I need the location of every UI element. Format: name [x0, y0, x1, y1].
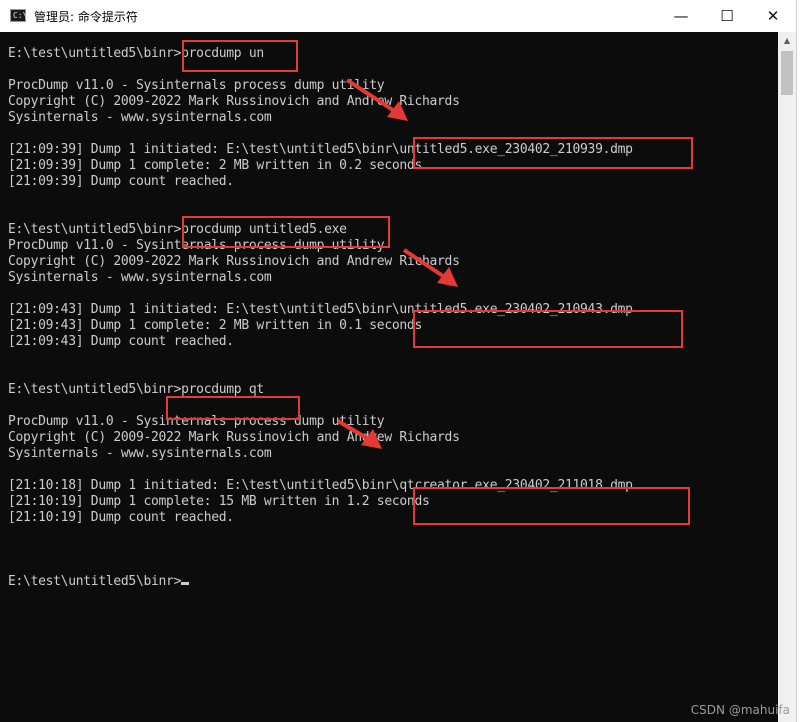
red-arrow-icon — [345, 78, 408, 121]
watermark: CSDN @mahuifa — [690, 703, 790, 717]
red-arrow-icon — [402, 248, 458, 287]
red-arrow-icon — [336, 419, 382, 449]
annotation-arrows — [336, 78, 458, 449]
